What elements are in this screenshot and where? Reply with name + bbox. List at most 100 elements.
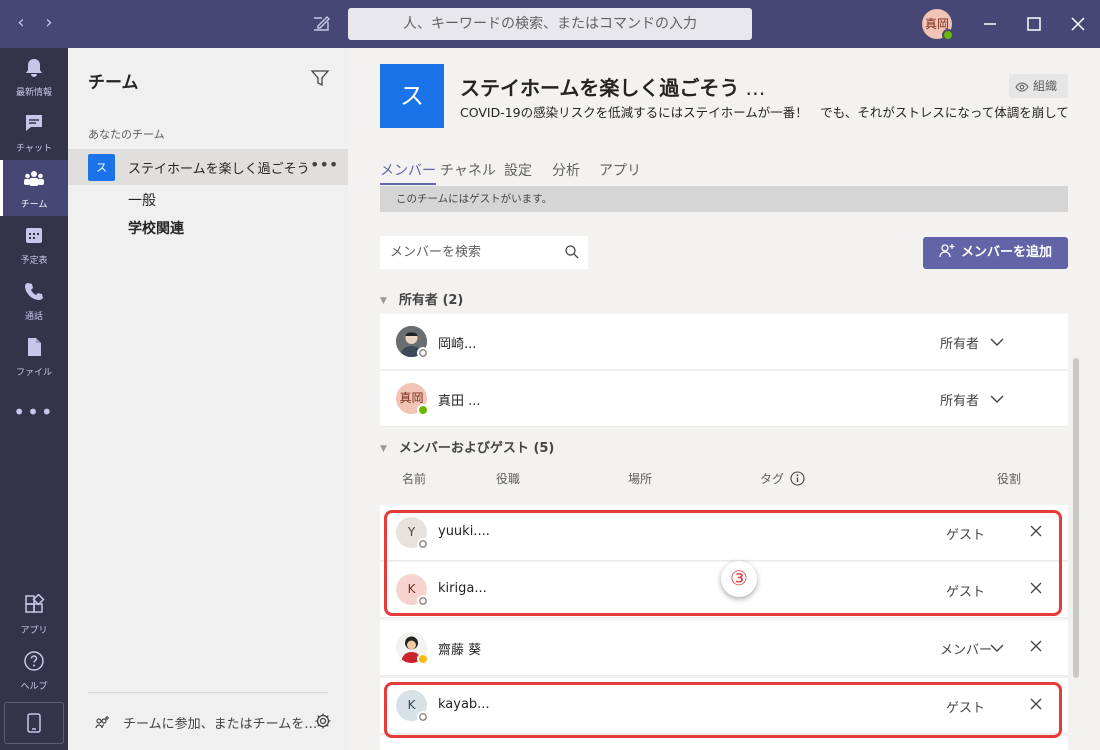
member-name: 齋藤 葵: [438, 643, 482, 658]
tab-channels[interactable]: チャネル: [440, 160, 496, 180]
rail-item-chat[interactable]: チャット: [0, 104, 68, 160]
member-search-input[interactable]: メンバーを検索: [380, 236, 588, 269]
tab-members[interactable]: メンバー: [380, 160, 436, 185]
team-more-button[interactable]: …: [745, 76, 765, 100]
back-arrow-icon[interactable]: ‹: [10, 12, 32, 33]
guest-highlight-box: [384, 510, 1062, 616]
tab-apps[interactable]: アプリ: [599, 160, 641, 180]
team-title: ステイホームを楽しく過ごそう…: [460, 72, 765, 101]
add-member-button[interactable]: メンバーを追加: [923, 237, 1068, 269]
rail-item-apps[interactable]: アプリ: [0, 586, 68, 642]
info-icon[interactable]: [790, 471, 805, 486]
close-icon[interactable]: [1030, 640, 1042, 652]
team-item[interactable]: ス ステイホームを楽しく過ごそう •••: [68, 149, 348, 185]
team-header-tile: ス: [380, 64, 444, 128]
app-rail: 最新情報 チャット チーム 予定表 通話 ファイル ••• アプリ ヘルプ: [0, 48, 68, 750]
members-section-toggle[interactable]: ▼ メンバーおよびゲスト (5): [380, 437, 554, 456]
file-icon: [28, 338, 41, 356]
gear-icon[interactable]: [314, 712, 332, 730]
member-name: 真田 ...: [438, 394, 481, 409]
owners-section-toggle[interactable]: ▼ 所有者 (2): [380, 289, 463, 308]
rail-label: 通話: [24, 312, 43, 322]
column-header-tags[interactable]: タグ: [760, 470, 805, 487]
rail-label: ヘルプ: [20, 682, 48, 692]
org-label: 組織: [1033, 79, 1058, 93]
command-search-input[interactable]: 人、キーワードの検索、またはコマンドの入力: [348, 8, 752, 40]
member-row[interactable]: 真岡 真田 ... 所有者: [380, 371, 1068, 427]
team-description: COVID-19の感染リスクを低減するにはステイホームが一番！ でも、それがスト…: [460, 105, 1068, 120]
team-tile: ス: [88, 154, 115, 181]
tab-settings[interactable]: 設定: [504, 160, 532, 180]
member-role: 所有者: [940, 394, 980, 409]
minimize-icon[interactable]: [978, 12, 1002, 36]
help-icon: [24, 651, 44, 671]
title-bar: ‹ › 人、キーワードの検索、またはコマンドの入力 真岡: [0, 0, 1100, 48]
chevron-down-icon[interactable]: [990, 392, 1004, 406]
join-or-create-team-link[interactable]: チームに参加、またはチームを…: [123, 713, 317, 732]
rail-item-calls[interactable]: 通話: [0, 272, 68, 328]
device-button[interactable]: [4, 702, 64, 744]
member-row[interactable]: [380, 736, 1068, 750]
owners-heading: 所有者 (2): [398, 293, 464, 308]
phone-icon: [25, 283, 43, 300]
rail-label: 予定表: [20, 256, 48, 266]
offline-status-icon: [417, 347, 429, 359]
rail-item-help[interactable]: ヘルプ: [0, 642, 68, 698]
calendar-icon: [26, 228, 42, 243]
rail-label: ファイル: [15, 368, 52, 378]
rail-label: チーム: [20, 200, 48, 210]
apps-icon: [25, 594, 45, 613]
teams-icon: [24, 171, 44, 186]
column-header-title[interactable]: 役職: [496, 470, 520, 487]
join-team-icon[interactable]: [94, 715, 110, 731]
rail-label: 最新情報: [15, 88, 52, 98]
add-person-icon: [939, 244, 955, 258]
column-header-role[interactable]: 役割: [997, 470, 1021, 487]
members-heading: メンバーおよびゲスト (5): [398, 441, 555, 456]
rail-label: チャット: [16, 144, 52, 154]
team-title-text: ステイホームを楽しく過ごそう: [460, 76, 740, 100]
org-badge: 組織: [1009, 74, 1068, 98]
rail-item-files[interactable]: ファイル: [0, 328, 68, 384]
more-apps-icon[interactable]: •••: [0, 400, 68, 424]
forward-arrow-icon[interactable]: ›: [38, 12, 60, 33]
available-status-icon: [942, 29, 954, 41]
collapse-caret-icon: ▼: [380, 296, 387, 306]
your-teams-heading: あなたのチーム: [88, 128, 165, 141]
search-icon: [565, 245, 579, 259]
channel-item[interactable]: 一般: [128, 190, 156, 210]
close-window-icon[interactable]: [1066, 12, 1090, 36]
maximize-icon[interactable]: [1022, 12, 1046, 36]
user-avatar[interactable]: 真岡: [922, 9, 954, 41]
rail-item-calendar[interactable]: 予定表: [0, 216, 68, 272]
team-members-view: ス ステイホームを楽しく過ごそう… COVID-19の感染リスクを低減するにはス…: [348, 48, 1100, 750]
member-name: 岡崎...: [438, 337, 477, 352]
scrollbar[interactable]: [1073, 358, 1079, 678]
rail-item-activity[interactable]: 最新情報: [0, 48, 68, 104]
away-status-icon: [417, 653, 429, 665]
team-name: ステイホームを楽しく過ごそう: [128, 162, 310, 177]
column-header-location[interactable]: 場所: [628, 470, 652, 487]
bell-icon: [26, 59, 42, 77]
rail-item-teams[interactable]: チーム: [0, 160, 68, 216]
step-number-badge: ③: [721, 561, 757, 597]
member-search-placeholder: メンバーを検索: [390, 245, 482, 260]
column-header-name[interactable]: 名前: [402, 470, 426, 487]
add-member-label: メンバーを追加: [960, 245, 1052, 260]
filter-icon[interactable]: [310, 68, 330, 88]
channel-item[interactable]: 学校関連: [128, 218, 184, 238]
chevron-down-icon[interactable]: [990, 641, 1004, 655]
compose-icon[interactable]: [310, 12, 332, 34]
more-options-icon[interactable]: •••: [310, 155, 338, 174]
column-header-tags-label: タグ: [760, 472, 785, 486]
divider: [88, 692, 328, 693]
member-row[interactable]: 齋藤 葵 メンバー: [380, 620, 1068, 676]
available-status-icon: [417, 404, 429, 416]
collapse-caret-icon: ▼: [380, 444, 387, 454]
guest-notice: このチームにはゲストがいます。: [380, 186, 1068, 212]
panel-title: チーム: [88, 73, 139, 93]
chevron-down-icon[interactable]: [990, 335, 1004, 349]
tab-analytics[interactable]: 分析: [552, 160, 580, 180]
avatar: [396, 326, 429, 359]
member-row[interactable]: 岡崎... 所有者: [380, 314, 1068, 370]
